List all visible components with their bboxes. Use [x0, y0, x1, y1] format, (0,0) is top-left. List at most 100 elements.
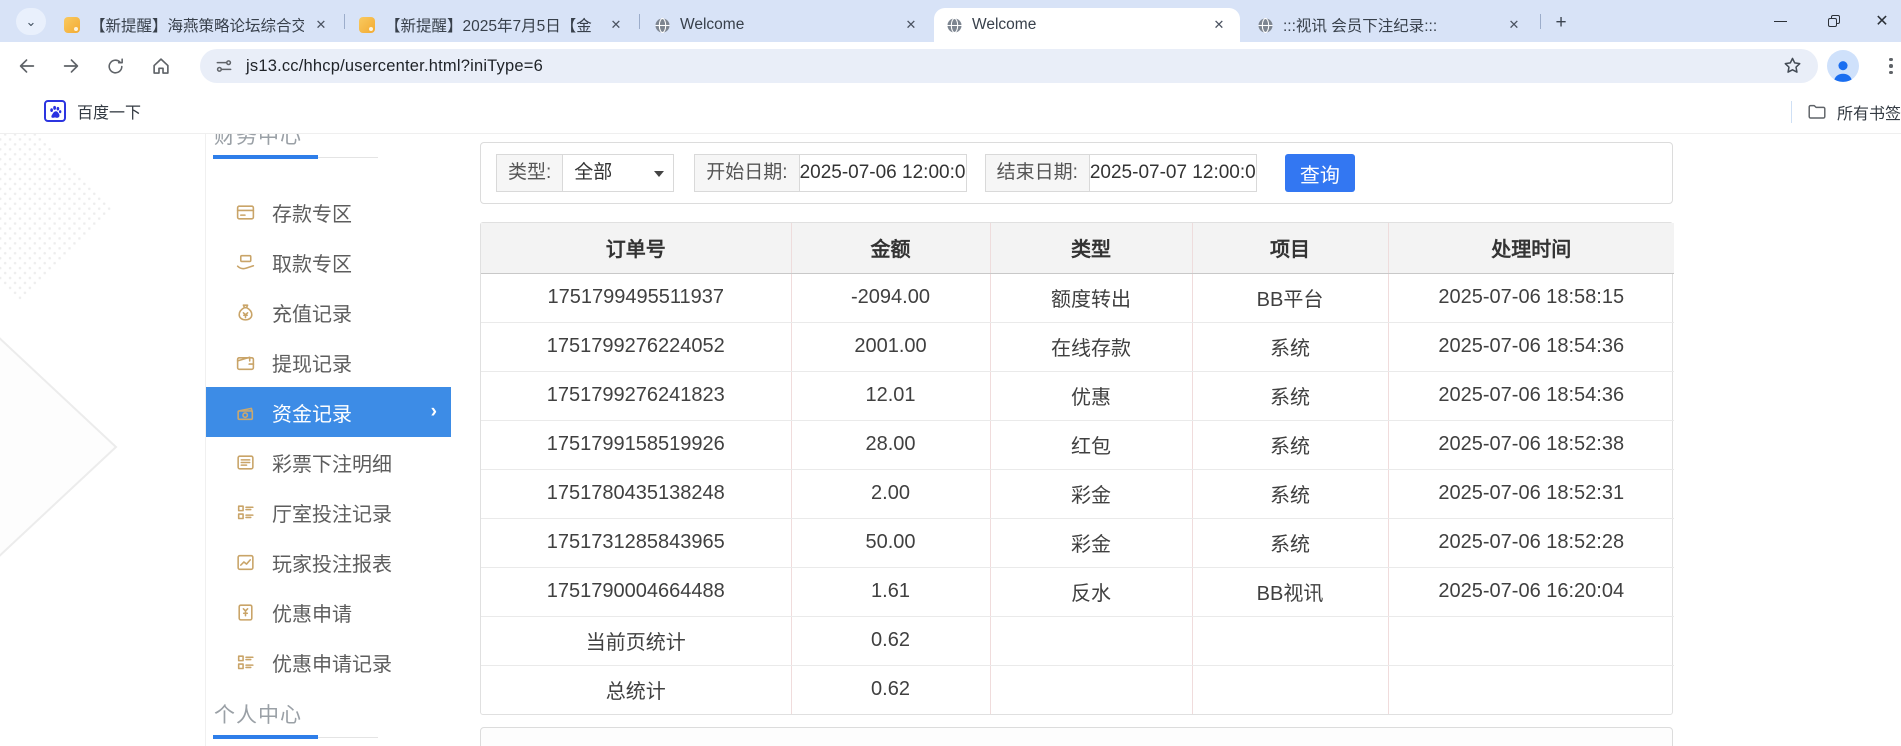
table-cell	[1192, 616, 1389, 666]
table-cell: 1751780435138248	[481, 469, 792, 519]
tab-close-icon[interactable]: ✕	[310, 14, 332, 36]
table-cell: 1751799276241823	[481, 371, 792, 421]
sidebar-item-8[interactable]: 玩家投注报表›	[206, 537, 451, 587]
browser-tab-5[interactable]: :::视讯 会员下注纪录::: ✕	[1245, 8, 1535, 42]
tab-close-icon[interactable]: ✕	[1503, 14, 1525, 36]
table-body: 1751799495511937 -2094.00 额度转出 BB平台 2025-07-…	[481, 273, 1674, 714]
sidebar-item-label: 取款专区	[272, 253, 352, 276]
grid-list-icon	[235, 502, 256, 523]
tab-separator	[1540, 14, 1541, 29]
sidebar-section-personal-center: 个人中心	[214, 704, 302, 727]
sidebar-item-2[interactable]: 取款专区›	[206, 237, 451, 287]
sidebar-item-6[interactable]: 彩票下注明细›	[206, 437, 451, 487]
sidebar-item-5[interactable]: 资金记录 ›	[206, 387, 451, 437]
sidebar-item-7[interactable]: 厅室投注记录›	[206, 487, 451, 537]
profile-avatar[interactable]	[1827, 50, 1859, 82]
address-bar[interactable]: js13.cc/hhcp/usercenter.html?iniType=6	[200, 49, 1818, 83]
sidebar-item-1[interactable]: 存款专区›	[206, 187, 451, 237]
bookmark-star-icon[interactable]	[1781, 54, 1804, 77]
tab-title: 【新提醒】海燕策略论坛综合交	[90, 18, 304, 35]
table-cell: 系统	[1192, 420, 1389, 470]
list-doc-icon	[235, 452, 256, 473]
table-cell: 总统计	[481, 665, 792, 714]
table-cell: 2025-07-06 16:20:04	[1388, 567, 1674, 617]
sidebar: 财务中心 存款专区›取款专区›充值记录›提现记录›资金记录›彩票下注明细›厅室投…	[205, 134, 451, 746]
table-cell: 2.00	[791, 469, 991, 519]
close-window-button[interactable]: ✕	[1860, 0, 1901, 42]
forum-icon	[359, 16, 376, 34]
site-info-tune-icon[interactable]	[214, 56, 234, 76]
minimize-button[interactable]	[1758, 0, 1802, 42]
table-cell: 红包	[990, 420, 1193, 470]
column-header: 订单号	[481, 223, 792, 274]
table-cell: 1751799276224052	[481, 322, 792, 372]
bookmark-baidu[interactable]: 百度一下	[44, 99, 141, 123]
section-underline	[318, 157, 378, 158]
table-cell: 1751799495511937	[481, 273, 792, 323]
web-page-content: 财务中心 存款专区›取款专区›充值记录›提现记录›资金记录›彩票下注明细›厅室投…	[0, 134, 1901, 746]
table-row: 1751799495511937 -2094.00 额度转出 BB平台 2025-07-…	[481, 273, 1674, 323]
home-button[interactable]	[144, 49, 178, 83]
reload-icon	[107, 57, 123, 74]
forward-button[interactable]	[54, 49, 88, 83]
sidebar-item-10[interactable]: 优惠申请记录›	[206, 637, 451, 687]
type-select-value: 全部	[574, 162, 613, 183]
start-date-input[interactable]	[798, 154, 967, 192]
withdraw-hand-icon	[235, 252, 256, 273]
table-cell: 0.62	[791, 665, 991, 714]
table-header-row: 订单号 金额 类型 项目 处理时间	[481, 223, 1674, 274]
deposit-card-icon	[235, 202, 256, 223]
tab-close-icon[interactable]: ✕	[605, 14, 627, 36]
home-icon	[153, 58, 169, 74]
sidebar-item-3[interactable]: 充值记录›	[206, 287, 451, 337]
tab-title: :::视讯 会员下注纪录:::	[1283, 18, 1438, 35]
new-tab-plus-icon[interactable]: +	[1548, 10, 1574, 36]
back-button[interactable]	[10, 49, 44, 83]
url-text[interactable]: js13.cc/hhcp/usercenter.html?iniType=6	[246, 57, 543, 76]
profile-avatar-icon	[1833, 61, 1853, 82]
table-cell: 2025-07-06 18:58:15	[1388, 273, 1674, 323]
table-cell: 1751790004664488	[481, 567, 792, 617]
browser-menu-kebab-icon[interactable]	[1876, 51, 1901, 81]
browser-tab-2[interactable]: 【新提醒】2025年7月5日【金 ✕	[347, 8, 637, 42]
restore-button[interactable]	[1812, 0, 1856, 42]
reload-button[interactable]	[98, 49, 132, 83]
table-cell: BB平台	[1192, 273, 1389, 323]
wallet-icon	[235, 352, 256, 373]
tab-title: Welcome	[972, 16, 1037, 33]
browser-tab-1[interactable]: 【新提醒】海燕策略论坛综合交 ✕	[52, 8, 342, 42]
sidebar-item-label: 充值记录	[272, 303, 352, 326]
baidu-paw-icon	[44, 100, 66, 122]
type-select[interactable]: 全部	[562, 154, 675, 192]
bookmarks-bar: 百度一下 所有书签	[0, 90, 1901, 134]
browser-tab-4[interactable]: Welcome ✕	[934, 8, 1240, 42]
end-date-input[interactable]	[1088, 154, 1257, 192]
column-header: 金额	[791, 223, 991, 274]
table-cell: 2025-07-06 18:54:36	[1388, 371, 1674, 421]
promo-badge-icon	[235, 602, 256, 623]
sidebar-item-9[interactable]: 优惠申请›	[206, 587, 451, 637]
moneybag-icon	[235, 302, 256, 323]
browser-tab-3[interactable]: Welcome ✕	[642, 8, 932, 42]
chevron-down-icon	[654, 171, 665, 177]
table-cell	[1388, 665, 1674, 714]
tab-search-chevron-icon[interactable]: ⌄	[16, 8, 46, 35]
browser-tab-strip: ⌄ 【新提醒】海燕策略论坛综合交 ✕ 【新提醒】2025年7月5日【金 ✕ Welcom…	[0, 0, 1901, 42]
sidebar-item-label: 厅室投注记录	[272, 503, 392, 526]
table-cell: 1751799158519926	[481, 420, 792, 470]
sidebar-item-4[interactable]: 提现记录›	[206, 337, 451, 387]
forward-arrow-icon	[63, 59, 79, 73]
bottom-panel	[480, 727, 1673, 746]
table-cell: 系统	[1192, 518, 1389, 568]
table-cell: 反水	[990, 567, 1193, 617]
filter-bar: 类型: 全部 开始日期: 结束日期: 查询	[480, 142, 1673, 204]
table-cell: 系统	[1192, 322, 1389, 372]
tab-close-icon[interactable]: ✕	[900, 14, 922, 36]
all-bookmarks-label[interactable]: 所有书签	[1837, 100, 1901, 124]
section-underline-accent	[213, 155, 318, 159]
table-cell: 50.00	[791, 518, 991, 568]
search-button[interactable]: 查询	[1284, 154, 1355, 192]
table-cell: 12.01	[791, 371, 991, 421]
tab-close-icon[interactable]: ✕	[1208, 14, 1230, 36]
sidebar-menu: 存款专区›取款专区›充值记录›提现记录›资金记录›彩票下注明细›厅室投注记录›玩…	[206, 187, 451, 687]
